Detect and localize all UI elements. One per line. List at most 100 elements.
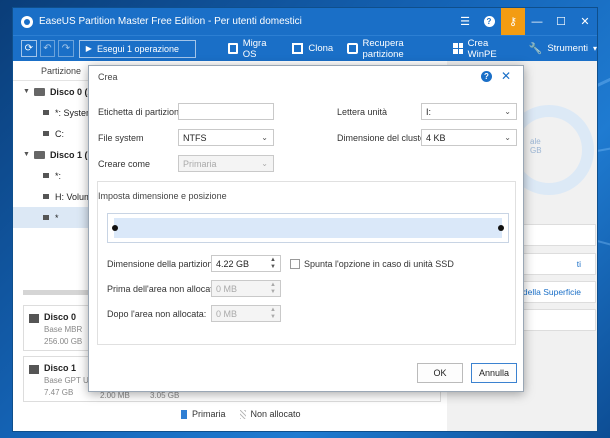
legend-unallocated-label: Non allocato bbox=[250, 409, 301, 419]
legend-unallocated: Non allocato bbox=[239, 409, 301, 420]
toolbar-migrate-os-label: Migra OS bbox=[242, 37, 267, 60]
cancel-button[interactable]: Annulla bbox=[471, 363, 517, 383]
donut-label: GB bbox=[530, 146, 542, 155]
execute-operations-button[interactable]: ▶ Esegui 1 operazione bbox=[78, 39, 196, 58]
toolbar-tools-label: Strumenti bbox=[547, 43, 588, 54]
chevron-down-icon: ▾ bbox=[592, 44, 597, 53]
after-unallocated-label: Dopo l'area non allocata: bbox=[107, 309, 207, 319]
partition-size-value: 4.22 GB bbox=[216, 258, 250, 269]
toolbar-recover-partition-label: Recupera partizione bbox=[362, 37, 404, 60]
disk-card-title: Disco 0 bbox=[44, 312, 77, 322]
collapse-caret-icon[interactable]: ▼ bbox=[23, 88, 30, 95]
dialog-title: Crea bbox=[98, 72, 118, 82]
before-unallocated-input[interactable]: 0 MB ▲ ▼ bbox=[211, 280, 281, 297]
cluster-size-label: Dimensione del cluster bbox=[337, 133, 429, 143]
ssd-checkbox[interactable] bbox=[290, 259, 300, 269]
filesystem-select[interactable]: NTFS ⌄ bbox=[178, 129, 274, 146]
chevron-down-icon: ⌄ bbox=[504, 107, 511, 116]
upgrade-key-icon[interactable]: ⚷ bbox=[501, 8, 525, 35]
refresh-icon: ⟳ bbox=[24, 43, 33, 54]
undo-button[interactable]: ↶ bbox=[39, 40, 56, 57]
collapse-caret-icon[interactable]: ▼ bbox=[23, 151, 30, 158]
disk-card-type: Base GPT U: bbox=[44, 376, 91, 385]
stepper-icon[interactable]: ▲ ▼ bbox=[270, 282, 276, 296]
close-window-button[interactable]: ✕ bbox=[573, 8, 597, 35]
toolbar-tools[interactable]: 🔧 Strumenti ▾ bbox=[529, 42, 597, 55]
chevron-down-icon: ⌄ bbox=[261, 159, 268, 168]
disk-card-type: Base MBR bbox=[44, 325, 83, 334]
window-title: EaseUS Partition Master Free Edition - P… bbox=[39, 16, 302, 27]
legend-primary: Primaria bbox=[181, 409, 226, 420]
filesystem-value: NTFS bbox=[183, 132, 207, 143]
partition-icon bbox=[43, 173, 49, 178]
play-icon: ▶ bbox=[85, 44, 92, 53]
disk-icon bbox=[33, 150, 45, 159]
refresh-button[interactable]: ⟳ bbox=[21, 40, 37, 57]
partition-size-input[interactable]: 4.22 GB ▲ ▼ bbox=[211, 255, 281, 272]
side-action-link-label: della Superficie bbox=[522, 287, 581, 297]
chevron-down-icon: ⌄ bbox=[504, 133, 511, 142]
toolbar-migrate-os[interactable]: Migra OS bbox=[227, 37, 279, 60]
cluster-size-value: 4 KB bbox=[426, 132, 446, 143]
partition-row-label: H: Volum bbox=[55, 191, 92, 202]
slider-left-handle[interactable] bbox=[112, 225, 118, 231]
undo-icon: ↶ bbox=[43, 43, 52, 54]
stepper-icon[interactable]: ▲ ▼ bbox=[270, 257, 276, 271]
cluster-size-select[interactable]: 4 KB ⌄ bbox=[421, 129, 517, 146]
drive-letter-select[interactable]: I: ⌄ bbox=[421, 103, 517, 120]
toolbar-clone-label: Clona bbox=[308, 43, 334, 54]
partition-size-slider[interactable] bbox=[107, 213, 509, 243]
legend: Primaria Non allocato bbox=[181, 409, 301, 420]
menu-icon[interactable]: ☰ bbox=[453, 8, 477, 35]
partition-row-label: *: bbox=[55, 170, 62, 181]
slider-right-handle[interactable] bbox=[498, 225, 504, 231]
stepper-icon[interactable]: ▲ ▼ bbox=[270, 307, 276, 321]
disk-card-size: 256.00 GB bbox=[44, 337, 83, 346]
after-unallocated-value: 0 MB bbox=[216, 308, 238, 319]
maximize-button[interactable]: ☐ bbox=[549, 8, 573, 35]
ssd-checkbox-label: Spunta l'opzione in caso di unità SSD bbox=[304, 259, 454, 269]
main-toolbar: ⟳ ↶ ↷ ▶ Esegui 1 operazione Migra OS Clo… bbox=[13, 35, 597, 61]
disk-card-title: Disco 1 bbox=[44, 363, 77, 373]
before-unallocated-value: 0 MB bbox=[216, 283, 238, 294]
legend-unallocated-swatch bbox=[239, 410, 246, 420]
help-icon[interactable]: ? bbox=[477, 8, 501, 35]
toolbar-recover-partition[interactable]: Recupera partizione bbox=[347, 38, 439, 60]
create-as-value: Primaria bbox=[183, 158, 217, 169]
partition-label-label: Etichetta di partizione bbox=[98, 107, 185, 117]
disk-card-size: 7.47 GB bbox=[44, 388, 74, 397]
before-unallocated-label: Prima dell'area non allocata: bbox=[107, 284, 221, 294]
clone-icon bbox=[292, 43, 304, 54]
partition-size-bar bbox=[114, 218, 502, 238]
legend-primary-label: Primaria bbox=[192, 409, 226, 419]
disk-card-part-size: 3.05 GB bbox=[150, 391, 180, 400]
help-icon[interactable]: ? bbox=[481, 71, 492, 82]
after-unallocated-input[interactable]: 0 MB ▲ ▼ bbox=[211, 305, 281, 322]
toolbar-create-winpe[interactable]: Crea WinPE bbox=[452, 38, 515, 60]
create-partition-dialog: Crea ? ✕ Etichetta di partizione File sy… bbox=[88, 65, 524, 392]
ok-button[interactable]: OK bbox=[417, 363, 463, 383]
disk-card-part-size: 2.00 MB bbox=[100, 391, 130, 400]
recover-partition-icon bbox=[347, 43, 358, 54]
filesystem-label: File system bbox=[98, 133, 144, 143]
minimize-button[interactable]: — bbox=[525, 8, 549, 35]
create-as-select[interactable]: Primaria ⌄ bbox=[178, 155, 274, 172]
disk-icon bbox=[33, 87, 45, 96]
legend-primary-swatch bbox=[181, 410, 187, 420]
app-logo-icon bbox=[21, 15, 33, 28]
partition-size-label: Dimensione della partizione: bbox=[107, 259, 221, 269]
migrate-os-icon bbox=[227, 43, 238, 54]
toolbar-clone[interactable]: Clona bbox=[292, 43, 333, 54]
partition-icon bbox=[43, 110, 49, 115]
size-position-title: Imposta dimensione e posizione bbox=[98, 191, 227, 201]
partition-icon bbox=[43, 131, 49, 136]
disk-icon bbox=[29, 365, 39, 374]
redo-button[interactable]: ↷ bbox=[58, 40, 74, 57]
close-icon[interactable]: ✕ bbox=[501, 69, 511, 83]
winpe-icon bbox=[452, 43, 463, 54]
side-action-link-label: ti bbox=[576, 259, 581, 269]
partition-icon bbox=[43, 194, 49, 199]
partition-label-input[interactable] bbox=[178, 103, 274, 120]
chevron-down-icon: ⌄ bbox=[261, 133, 268, 142]
create-as-label: Creare come bbox=[98, 159, 151, 169]
